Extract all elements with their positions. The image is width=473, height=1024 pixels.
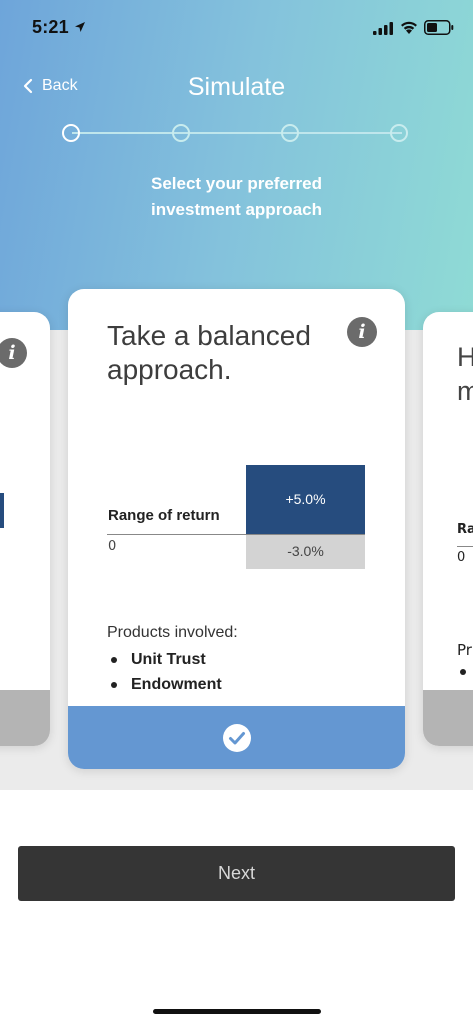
instruction-text: Select your preferred investment approac… xyxy=(0,171,473,223)
info-icon[interactable]: i xyxy=(347,317,377,347)
range-of-return-label: Ra xyxy=(457,522,473,537)
products-label: Pr xyxy=(457,641,472,659)
card-select-footer[interactable] xyxy=(423,690,473,746)
card-title-line-1: Take a balanced xyxy=(107,320,311,351)
zero-label: 0 xyxy=(108,539,117,554)
products-list: Unit Trust Endowment xyxy=(107,647,222,697)
products-involved-label: Products involved: xyxy=(107,624,238,641)
list-item: Unit Trust xyxy=(107,647,222,672)
card-select-footer[interactable] xyxy=(0,690,50,746)
zero-label: 0 xyxy=(457,550,466,565)
approach-card-balanced[interactable]: Take a balanced approach. i +5.0% Range … xyxy=(68,289,405,769)
card-title: H m xyxy=(457,340,473,408)
product-name: Unit Trust xyxy=(131,650,206,668)
approach-card-previous[interactable]: i xyxy=(0,312,50,746)
instruction-line-2: investment approach xyxy=(151,200,322,219)
approach-card-next[interactable]: H m Ra 0 Pr xyxy=(423,312,473,746)
simulate-screen: 5:21 Back Simulate Select your preferred… xyxy=(0,0,473,1024)
wifi-icon xyxy=(401,21,417,34)
info-icon[interactable]: i xyxy=(0,338,27,368)
page-title: Simulate xyxy=(187,73,286,101)
range-of-return-label: Range of return xyxy=(108,507,220,524)
step-2-indicator xyxy=(172,124,190,142)
list-item: Endowment xyxy=(107,672,222,697)
return-bar-positive: +5.0% xyxy=(246,465,365,535)
next-button[interactable]: Next xyxy=(18,846,455,901)
home-indicator xyxy=(153,1009,321,1014)
battery-icon xyxy=(424,20,454,35)
location-arrow-icon xyxy=(75,22,85,32)
instruction-line-1: Select your preferred xyxy=(150,174,322,193)
stepper-line xyxy=(72,132,402,134)
step-1-indicator xyxy=(62,124,80,142)
bullet xyxy=(111,656,117,663)
return-bar-positive xyxy=(0,493,4,528)
step-4-indicator xyxy=(390,124,408,142)
product-name: Endowment xyxy=(131,675,222,693)
bullet xyxy=(460,669,466,675)
card-title: Take a balanced approach. xyxy=(107,319,347,387)
progress-stepper xyxy=(62,122,412,144)
status-time: 5:21 xyxy=(32,17,69,37)
axis-line xyxy=(457,546,473,547)
card-title-line-2: approach. xyxy=(107,354,232,385)
bullet xyxy=(111,681,117,688)
cellular-signal-icon xyxy=(373,22,393,35)
card-title-line-1: H xyxy=(457,342,473,372)
card-title-line-2: m xyxy=(457,376,473,406)
card-selected-footer[interactable] xyxy=(68,706,405,769)
checkmark-circle-icon xyxy=(222,723,251,752)
step-3-indicator xyxy=(281,124,299,142)
return-bar-negative: -3.0% xyxy=(246,535,365,569)
status-bar: 5:21 xyxy=(0,0,473,56)
